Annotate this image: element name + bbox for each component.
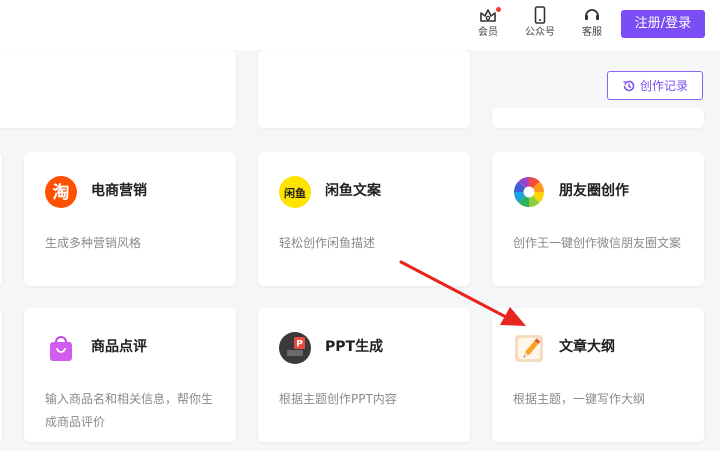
top-bar: 会员 公众号 客服 注册/登录 <box>0 0 720 50</box>
card-product-review[interactable]: 商品点评 输入商品名和相关信息，帮你生成商品评价 <box>24 308 236 442</box>
customer-service-entry[interactable]: 客服 <box>570 6 614 44</box>
register-login-button[interactable]: 注册/登录 <box>621 10 705 38</box>
partial-card[interactable] <box>0 50 236 128</box>
card-title: 电商营销 <box>91 183 147 199</box>
partial-card[interactable] <box>0 308 2 442</box>
card-title: PPT生成 <box>325 339 384 355</box>
card-title: 朋友圈创作 <box>559 183 629 199</box>
partial-card[interactable] <box>0 152 2 286</box>
ppt-icon: P <box>279 332 311 364</box>
card-description: 输入商品名和相关信息，帮你生成商品评价 <box>45 392 214 429</box>
card-description: 轻松创作闲鱼描述 <box>279 236 376 250</box>
card-title: 闲鱼文案 <box>325 183 381 199</box>
creation-history-button[interactable]: 创作记录 <box>607 71 703 100</box>
creation-history-label: 创作记录 <box>639 79 688 93</box>
card-title: 商品点评 <box>91 339 147 355</box>
official-account-entry[interactable]: 公众号 <box>518 6 562 44</box>
card-ecommerce-marketing[interactable]: 淘 电商营销 生成多种营销风格 <box>24 152 236 286</box>
history-clock-icon <box>623 80 635 91</box>
card-moments-creation[interactable]: 朋友圈创作 创作王一键创作微信朋友圈文案 <box>492 152 704 286</box>
card-description: 根据主题创作PPT内容 <box>279 392 397 406</box>
card-description: 生成多种营销风格 <box>45 236 142 250</box>
card-description: 创作王一键创作微信朋友圈文案 <box>513 236 682 250</box>
shopping-bag-icon <box>50 336 72 361</box>
card-xianyu-copy[interactable]: 闲鱼 闲鱼文案 轻松创作闲鱼描述 <box>258 152 470 286</box>
partial-card[interactable] <box>492 108 704 128</box>
card-article-outline[interactable]: 文章大纲 根据主题，一键写作大纲 <box>492 308 704 442</box>
svg-text:闲鱼: 闲鱼 <box>284 186 306 200</box>
partial-card[interactable] <box>258 50 470 128</box>
xianyu-icon: 闲鱼 <box>279 176 311 208</box>
crown-icon <box>480 9 496 22</box>
member-label: 会员 <box>478 27 498 38</box>
phone-icon <box>534 6 546 24</box>
notification-dot <box>496 7 501 12</box>
notepad-icon <box>515 335 543 362</box>
svg-text:P: P <box>296 340 303 350</box>
card-ppt-generation[interactable]: P PPT生成 根据主题创作PPT内容 <box>258 308 470 442</box>
member-entry[interactable]: 会员 <box>466 6 510 44</box>
card-title: 文章大纲 <box>559 339 615 355</box>
moments-icon <box>514 177 544 207</box>
taobao-icon: 淘 <box>45 176 77 208</box>
svg-text:淘: 淘 <box>53 182 70 203</box>
card-description: 根据主题，一键写作大纲 <box>513 392 646 406</box>
official-account-label: 公众号 <box>525 27 555 38</box>
customer-service-label: 客服 <box>582 27 602 38</box>
headset-icon <box>585 9 599 20</box>
